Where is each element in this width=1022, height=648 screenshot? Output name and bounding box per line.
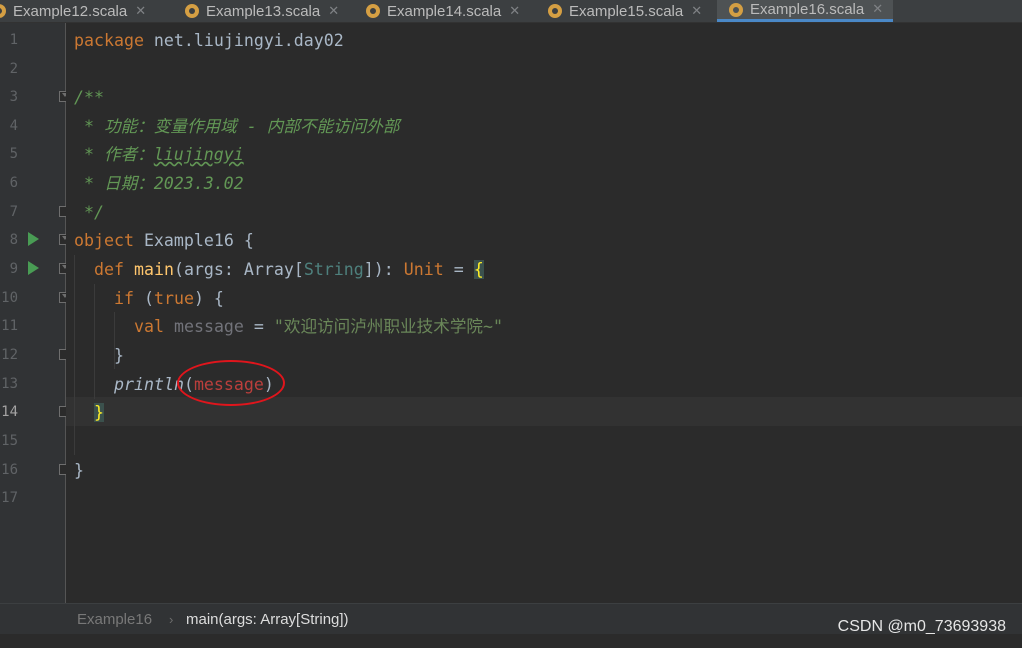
indent-guide — [74, 255, 75, 455]
closing-brace: } — [114, 346, 124, 365]
close-icon[interactable]: ✕ — [509, 4, 520, 19]
code-line-10: if (true) { — [114, 284, 224, 313]
variable-message: message — [173, 317, 244, 336]
status-strip — [0, 634, 1022, 648]
keyword-def: def — [94, 260, 124, 279]
closing-brace: } — [74, 461, 84, 480]
doc-comment: */ — [74, 203, 104, 222]
tab-example15[interactable]: Example15.scala ✕ — [548, 0, 702, 22]
scala-file-icon — [366, 4, 380, 18]
tab-example16[interactable]: Example16.scala ✕ — [717, 0, 894, 22]
tab-example13[interactable]: Example13.scala ✕ — [185, 0, 339, 22]
line-number: 13 — [1, 376, 18, 392]
breadcrumb-item-method[interactable]: main(args: Array[String]) — [186, 604, 349, 635]
annotation-ellipse — [177, 360, 285, 406]
breadcrumb-separator: › — [169, 612, 174, 627]
line-number: 10 — [1, 290, 18, 306]
line-number: 6 — [9, 175, 18, 191]
code-line-11: val message = "欢迎访问泸州职业技术学院~" — [134, 312, 503, 341]
tab-label: Example16.scala — [750, 1, 865, 18]
function-println: println — [114, 375, 184, 394]
tab-label: Example14.scala — [387, 2, 502, 20]
code-line-16: } — [74, 456, 84, 485]
code-line-12: } — [114, 341, 124, 370]
tab-label: Example13.scala — [206, 2, 321, 20]
paren-brace: ) { — [193, 289, 224, 308]
code-line-4: * 功能：变量作用域 - 内部不能访问外部 — [74, 112, 399, 141]
code-line-7: */ — [74, 198, 104, 227]
code-editor[interactable]: package net.liujingyi.day02 /** * 功能：变量作… — [66, 23, 1022, 603]
close-icon[interactable]: ✕ — [135, 4, 146, 19]
line-number-current: 14 — [1, 404, 18, 420]
keyword-object: object — [74, 231, 134, 250]
code-line-5: * 作者：liujingyi — [74, 140, 244, 169]
scala-file-icon — [729, 2, 743, 17]
type-string: String — [303, 260, 364, 279]
watermark: CSDN @m0_73693938 — [837, 618, 1006, 635]
doc-comment: * 作者： — [74, 145, 154, 164]
tab-example14[interactable]: Example14.scala ✕ — [366, 0, 520, 22]
line-number: 11 — [1, 318, 18, 334]
indent-guide — [94, 284, 95, 399]
tab-label: Example15.scala — [569, 2, 684, 20]
doc-comment: * 日期：2023.3.02 — [74, 174, 244, 193]
line-number: 1 — [9, 32, 18, 48]
close-icon[interactable]: ✕ — [872, 2, 883, 17]
matched-brace-open: { — [473, 260, 484, 279]
tab-label: Example12.scala — [13, 2, 128, 20]
breadcrumb-item-object[interactable]: Example16 — [77, 604, 152, 635]
keyword-if: if — [114, 289, 134, 308]
params-end: ]): — [363, 260, 404, 279]
function-name-main: main — [133, 260, 174, 279]
doc-comment: * 功能：变量作用域 - 内部不能访问外部 — [74, 117, 400, 136]
string-literal: "欢迎访问泸州职业技术学院~" — [273, 317, 504, 336]
doc-comment: /** — [74, 88, 104, 107]
matched-brace-close: } — [94, 403, 104, 422]
run-object-icon[interactable] — [28, 232, 39, 246]
params: (args: Array[ — [173, 260, 304, 279]
editor-tab-bar: Example12.scala ✕ Example13.scala ✕ Exam… — [0, 0, 1022, 23]
paren: ( — [133, 289, 154, 308]
line-number: 16 — [1, 462, 18, 478]
line-number: 9 — [9, 261, 18, 277]
code-line-3: /** — [74, 83, 104, 112]
line-number: 15 — [1, 433, 18, 449]
run-main-icon[interactable] — [28, 261, 39, 275]
code-line-1: package net.liujingyi.day02 — [74, 26, 344, 55]
close-icon[interactable]: ✕ — [691, 4, 702, 19]
tab-example12[interactable]: Example12.scala ✕ — [0, 0, 146, 22]
close-icon[interactable]: ✕ — [328, 4, 339, 19]
line-number: 4 — [9, 118, 18, 134]
object-declaration: Example16 { — [133, 231, 254, 250]
package-name: net.liujingyi.day02 — [143, 31, 344, 50]
line-number: 7 — [9, 204, 18, 220]
code-line-9: def main(args: Array[String]): Unit = { — [94, 255, 484, 284]
scala-file-icon — [0, 4, 6, 18]
scala-file-icon — [548, 4, 562, 18]
scala-file-icon — [185, 4, 199, 18]
keyword-val: val — [134, 317, 164, 336]
line-number: 3 — [9, 89, 18, 105]
keyword-package: package — [74, 31, 144, 50]
type-unit: Unit — [403, 260, 444, 279]
assign: = — [443, 260, 474, 279]
doc-comment-author: liujingyi — [153, 145, 244, 164]
line-number: 5 — [9, 146, 18, 162]
line-number: 17 — [1, 490, 18, 506]
keyword-true: true — [153, 289, 194, 308]
code-line-14: } — [94, 398, 104, 427]
assign: = — [243, 317, 274, 336]
line-number: 8 — [9, 232, 18, 248]
line-number: 2 — [9, 61, 18, 77]
line-number: 12 — [1, 347, 18, 363]
code-line-8: object Example16 { — [74, 226, 254, 255]
code-line-6: * 日期：2023.3.02 — [74, 169, 244, 198]
editor-gutter: 1 2 3 4 5 6 7 8 9 10 11 12 13 14 15 16 1… — [0, 23, 70, 603]
